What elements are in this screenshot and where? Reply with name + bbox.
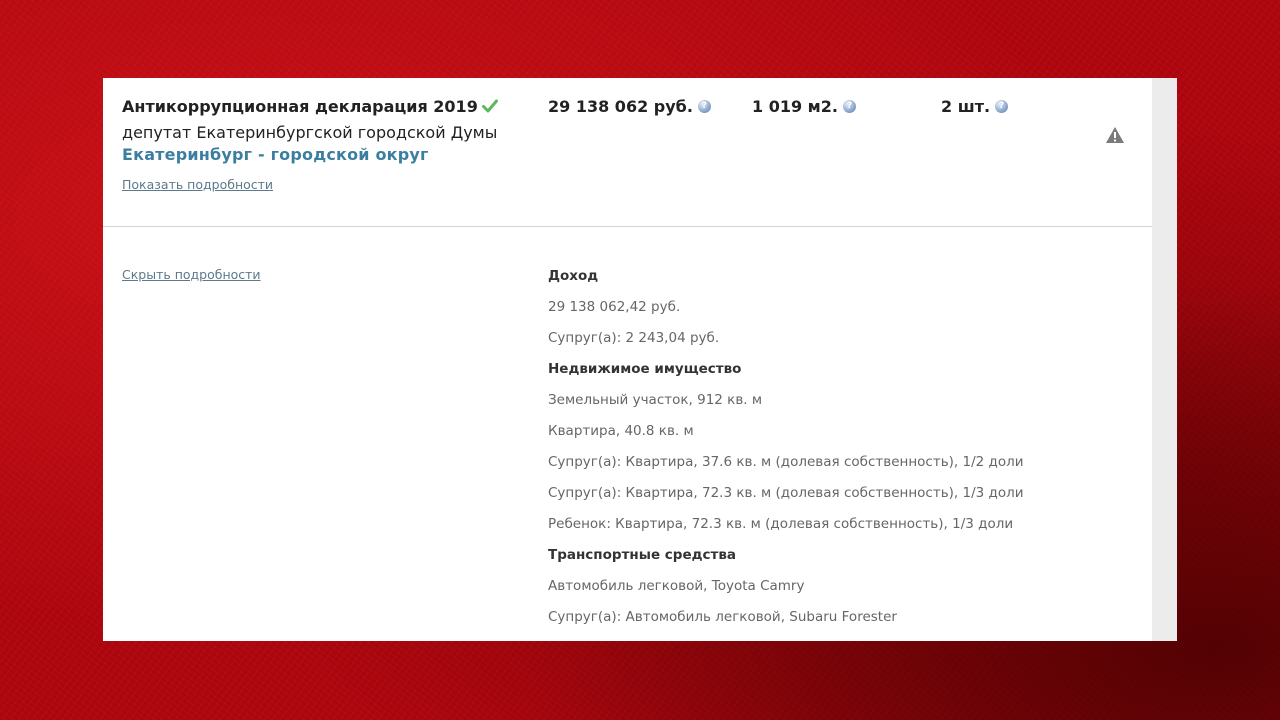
realty-item: Супруг(а): Квартира, 37.6 кв. м (долевая…	[548, 454, 1024, 470]
income-summary-value: 29 138 062 руб.	[548, 97, 693, 116]
transport-heading: Транспортные средства	[548, 547, 736, 563]
income-heading: Доход	[548, 268, 599, 284]
realty-item: Квартира, 40.8 кв. м	[548, 423, 694, 439]
realty-item: Супруг(а): Квартира, 72.3 кв. м (долевая…	[548, 485, 1024, 501]
scrollbar[interactable]	[1152, 78, 1177, 641]
help-icon[interactable]: ?	[995, 100, 1009, 113]
declaration-title: Антикоррупционная декларация 2019	[122, 97, 498, 117]
transport-item: Супруг(а): Автомобиль легковой, Subaru F…	[548, 609, 897, 625]
deputy-position: депутат Екатеринбургской городской Думы	[122, 123, 498, 142]
declaration-card: Антикоррупционная декларация 2019 депута…	[103, 78, 1177, 641]
realty-item: Земельный участок, 912 кв. м	[548, 392, 763, 408]
checkmark-icon	[481, 98, 498, 117]
area-summary: 1 019 м2.?	[752, 97, 856, 116]
realty-item: Ребенок: Квартира, 72.3 кв. м (долевая с…	[548, 516, 1014, 532]
help-icon[interactable]: ?	[697, 100, 711, 113]
transport-item: Автомобиль легковой, Toyota Camry	[548, 578, 805, 594]
warning-icon[interactable]	[1105, 126, 1125, 144]
vehicles-summary: 2 шт.?	[941, 97, 1009, 116]
details-body: Доход 29 138 062,42 руб. Супруг(а): 2 24…	[548, 267, 1108, 639]
hide-details-link[interactable]: Скрыть подробности	[122, 267, 261, 282]
show-details-link[interactable]: Показать подробности	[122, 177, 273, 192]
area-summary-value: 1 019 м2.	[752, 97, 838, 116]
declaration-summary: Антикоррупционная декларация 2019 депута…	[103, 78, 1152, 227]
declaration-details: Скрыть подробности Доход 29 138 062,42 р…	[103, 227, 1152, 641]
vehicles-summary-value: 2 шт.	[941, 97, 991, 116]
realty-heading: Недвижимое имущество	[548, 361, 742, 377]
declaration-title-text: Антикоррупционная декларация 2019	[122, 97, 478, 116]
income-item: 29 138 062,42 руб.	[548, 299, 681, 315]
income-item: Супруг(а): 2 243,04 руб.	[548, 330, 720, 346]
income-summary: 29 138 062 руб.?	[548, 97, 711, 116]
region-link[interactable]: Екатеринбург - городской округ	[122, 145, 429, 164]
help-icon[interactable]: ?	[842, 100, 856, 113]
